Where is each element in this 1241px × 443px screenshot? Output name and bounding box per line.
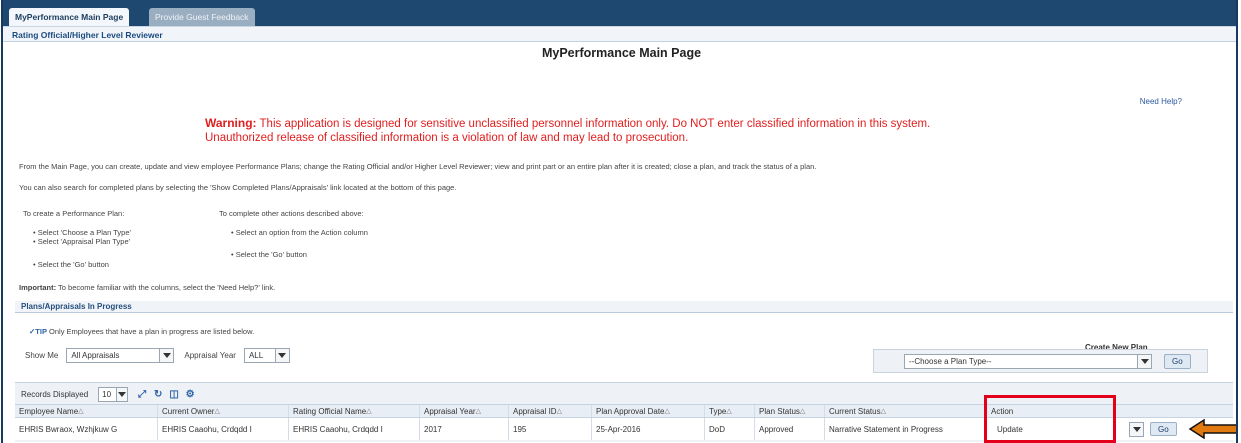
- warning-label: Warning:: [205, 116, 257, 130]
- cell-rating-official: EHRIS Caaohu, Crdqdd I: [289, 418, 420, 440]
- cell-current-owner: EHRIS Caaohu, Crdqdd I: [158, 418, 289, 440]
- appraisal-year-value: ALL: [248, 350, 264, 360]
- create-step-1: Select 'Choose a Plan Type': [33, 228, 131, 237]
- cell-current-status: Narrative Statement in Progress: [825, 418, 987, 440]
- tip-text: Only Employees that have a plan in progr…: [46, 327, 255, 336]
- page-title: MyPerformance Main Page: [541, 46, 702, 60]
- role-subheader: Rating Official/Higher Level Reviewer: [3, 26, 1236, 42]
- create-step-3: Select the 'Go' button: [33, 260, 109, 269]
- show-me-select[interactable]: All Appraisals: [66, 347, 175, 363]
- records-displayed-label: Records Displayed: [21, 389, 89, 399]
- column-settings-icon[interactable]: ⤢: [136, 388, 148, 400]
- cell-type: DoD: [705, 418, 755, 440]
- security-warning: Warning: This application is designed fo…: [205, 116, 930, 145]
- tab-main-page[interactable]: MyPerformance Main Page: [9, 8, 130, 26]
- cell-employee-name: EHRIS Bwraox, Wzhjkuw G: [15, 418, 158, 440]
- dropdown-arrow-icon: [1130, 422, 1143, 436]
- col-type[interactable]: Type: [705, 405, 755, 417]
- plan-type-select[interactable]: --Choose a Plan Type--: [904, 354, 1152, 369]
- col-employee-name[interactable]: Employee Name: [15, 405, 158, 417]
- create-plan-go-button[interactable]: Go: [1164, 354, 1191, 369]
- section-plans-in-progress: Plans/Appraisals In Progress: [15, 301, 1233, 313]
- tab-guest-feedback[interactable]: Provide Guest Feedback: [149, 8, 255, 26]
- table-toolbar: Records Displayed 10 ⤢ ↻ ◫ ⚙: [21, 386, 196, 402]
- intro-paragraph-2: You can also search for completed plans …: [19, 183, 457, 192]
- col-current-status[interactable]: Current Status: [825, 405, 987, 417]
- important-text: To become familiar with the columns, sel…: [56, 283, 276, 292]
- export-icon[interactable]: ◫: [168, 388, 180, 400]
- records-per-page-value: 10: [102, 389, 112, 399]
- show-me-label: Show Me: [25, 350, 59, 360]
- dropdown-arrow-icon: [274, 348, 289, 362]
- warning-text-1: This application is designed for sensiti…: [256, 118, 931, 130]
- appraisal-year-select[interactable]: ALL: [243, 347, 290, 363]
- gear-icon[interactable]: ⚙: [184, 388, 196, 400]
- app-frame: MyPerformance Main Page Provide Guest Fe…: [1, 0, 1238, 443]
- other-actions-heading: To complete other actions described abov…: [219, 209, 364, 218]
- appraisal-year-label: Appraisal Year: [184, 350, 236, 360]
- create-plan-panel: --Choose a Plan Type-- Go: [873, 349, 1208, 373]
- create-step-2: Select 'Appraisal Plan Type': [33, 237, 130, 246]
- refresh-icon[interactable]: ↻: [152, 388, 164, 400]
- tip-line: ✓TIP Only Employees that have a plan in …: [29, 327, 254, 336]
- intro-paragraph-1: From the Main Page, you can create, upda…: [19, 162, 817, 171]
- action-select-toggle[interactable]: [1129, 421, 1144, 437]
- cell-plan-approval-date: 25-Apr-2016: [592, 418, 705, 440]
- important-note: Important: To become familiar with the c…: [19, 283, 275, 292]
- need-help-link[interactable]: Need Help?: [1140, 97, 1182, 106]
- col-plan-status[interactable]: Plan Status: [755, 405, 825, 417]
- action-column-highlight-box: [984, 395, 1116, 443]
- important-label: Important:: [19, 283, 57, 292]
- warning-text-2: Unauthorized release of classified infor…: [205, 132, 689, 144]
- col-appraisal-id[interactable]: Appraisal ID: [509, 405, 592, 417]
- top-tab-bar: MyPerformance Main Page Provide Guest Fe…: [3, 0, 1236, 26]
- dropdown-arrow-icon: [116, 387, 128, 401]
- filter-bar: Show Me All Appraisals Appraisal Year AL…: [25, 347, 290, 363]
- col-plan-approval-date[interactable]: Plan Approval Date: [592, 405, 705, 417]
- show-me-value: All Appraisals: [71, 350, 120, 360]
- cell-appraisal-year: 2017: [420, 418, 509, 440]
- col-appraisal-year[interactable]: Appraisal Year: [420, 405, 509, 417]
- pointer-arrow-icon: [1188, 419, 1236, 439]
- tip-label: TIP: [35, 327, 47, 336]
- other-step-2: Select the 'Go' button: [231, 250, 307, 259]
- cell-appraisal-id: 195: [509, 418, 592, 440]
- col-rating-official[interactable]: Rating Official Name: [289, 405, 420, 417]
- create-plan-heading: To create a Performance Plan:: [23, 209, 125, 218]
- records-per-page-select[interactable]: 10: [98, 386, 129, 402]
- action-go-button[interactable]: Go: [1150, 422, 1177, 436]
- cell-plan-status: Approved: [755, 418, 825, 440]
- plan-type-value: --Choose a Plan Type--: [909, 357, 992, 366]
- dropdown-arrow-icon: [159, 348, 174, 362]
- other-step-1: Select an option from the Action column: [231, 228, 368, 237]
- dropdown-arrow-icon: [1137, 355, 1151, 368]
- warning-line-1: Warning: This application is designed fo…: [205, 116, 930, 131]
- col-current-owner[interactable]: Current Owner: [158, 405, 289, 417]
